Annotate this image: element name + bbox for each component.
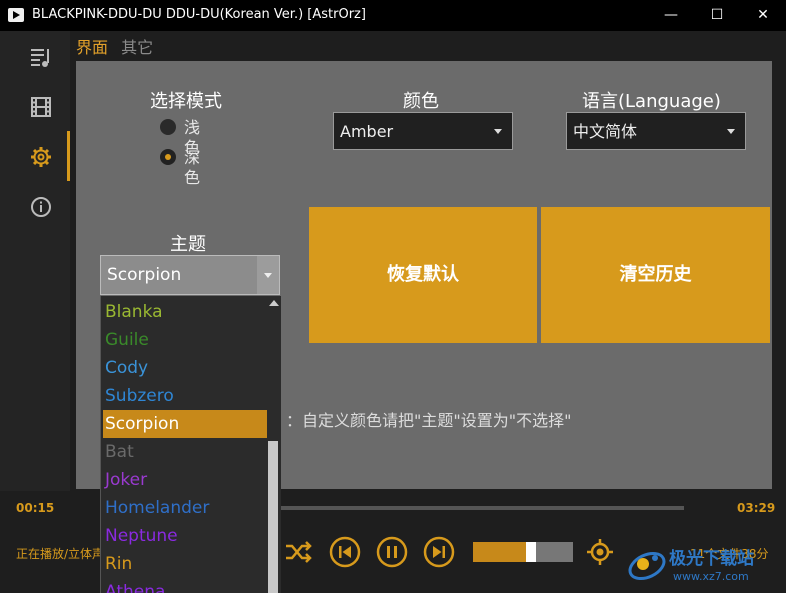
total-time: 03:29 — [737, 501, 776, 515]
sidebar — [0, 31, 70, 491]
theme-option-blanka[interactable]: Blanka — [103, 298, 267, 326]
maximize-button[interactable]: ☐ — [694, 0, 740, 31]
color-label: 颜色 — [403, 91, 439, 112]
theme-select-value: Scorpion — [107, 265, 182, 285]
volume-slider[interactable] — [473, 542, 573, 562]
radio-dark-label: 深色 — [184, 148, 201, 187]
minimize-button[interactable]: — — [648, 0, 694, 31]
theme-option-subzero[interactable]: Subzero — [103, 382, 267, 410]
volume-fill — [473, 542, 526, 562]
sidebar-active-indicator — [67, 131, 70, 181]
tab-other[interactable]: 其它 — [121, 34, 153, 58]
custom-color-hint: ：自定义颜色请把"主题"设置为"不选择" — [286, 411, 572, 430]
elapsed-time: 00:15 — [16, 501, 55, 515]
sidebar-item-playlist[interactable] — [0, 31, 70, 81]
tab-interface[interactable]: 界面 — [76, 34, 108, 58]
gear-icon — [31, 147, 51, 167]
volume-knob[interactable] — [525, 542, 536, 562]
chevron-down-icon[interactable] — [257, 256, 279, 294]
watermark: 极光下载站 www.xz7.com — [625, 540, 785, 590]
seek-bar[interactable] — [280, 506, 684, 510]
clear-history-button[interactable]: 清空历史 — [541, 207, 770, 343]
color-select[interactable]: Amber — [333, 112, 513, 150]
language-select-value: 中文简体 — [573, 122, 638, 141]
target-icon[interactable] — [586, 538, 614, 566]
chevron-down-icon — [727, 129, 735, 134]
scroll-up-icon[interactable] — [269, 300, 279, 306]
theme-option-homelander[interactable]: Homelander — [103, 494, 267, 522]
title-bar: BLACKPINK-DDU-DU DDU-DU(Korean Ver.) [As… — [0, 0, 786, 31]
sidebar-item-info[interactable] — [0, 181, 70, 231]
app-logo-icon — [8, 8, 24, 22]
window-title: BLACKPINK-DDU-DU DDU-DU(Korean Ver.) [As… — [32, 7, 366, 22]
color-select-value: Amber — [340, 122, 394, 141]
reset-defaults-button[interactable]: 恢复默认 — [309, 207, 537, 343]
watermark-logo-icon — [628, 551, 666, 581]
watermark-title: 极光下载站 — [669, 549, 754, 569]
theme-option-scorpion[interactable]: Scorpion — [103, 410, 267, 438]
sidebar-item-video[interactable] — [0, 81, 70, 131]
playback-status: 正在播放/立体声 — [16, 547, 105, 561]
theme-option-athena[interactable]: Athena — [103, 578, 267, 593]
close-button[interactable]: ✕ — [740, 0, 786, 31]
theme-dropdown-list: Blanka Guile Cody Subzero Scorpion Bat Joker Ho… — [100, 296, 281, 593]
watermark-url: www.xz7.com — [673, 570, 749, 583]
playlist-icon — [31, 49, 49, 67]
theme-option-neptune[interactable]: Neptune — [103, 522, 267, 550]
radio-dark-button[interactable] — [160, 149, 176, 165]
theme-option-bat[interactable]: Bat — [103, 438, 267, 466]
info-icon — [31, 197, 51, 217]
theme-select[interactable]: Scorpion — [100, 255, 280, 295]
theme-label: 主题 — [170, 234, 206, 255]
theme-option-guile[interactable]: Guile — [103, 326, 267, 354]
theme-option-joker[interactable]: Joker — [103, 466, 267, 494]
language-select[interactable]: 中文简体 — [566, 112, 746, 150]
sidebar-item-settings[interactable] — [0, 131, 70, 181]
film-icon — [31, 97, 51, 117]
theme-option-rin[interactable]: Rin — [103, 550, 267, 578]
settings-tabs: 界面 其它 — [76, 34, 161, 58]
mode-label: 选择模式 — [150, 91, 222, 112]
previous-icon[interactable] — [329, 536, 361, 568]
radio-light-button[interactable] — [160, 119, 176, 135]
next-icon[interactable] — [423, 536, 455, 568]
theme-option-cody[interactable]: Cody — [103, 354, 267, 382]
shuffle-icon[interactable] — [282, 536, 314, 568]
chevron-down-icon — [494, 129, 502, 134]
dropdown-scrollbar[interactable] — [267, 296, 279, 593]
language-label: 语言(Language) — [582, 91, 721, 112]
scrollbar-thumb[interactable] — [268, 441, 278, 593]
pause-icon[interactable] — [376, 536, 408, 568]
